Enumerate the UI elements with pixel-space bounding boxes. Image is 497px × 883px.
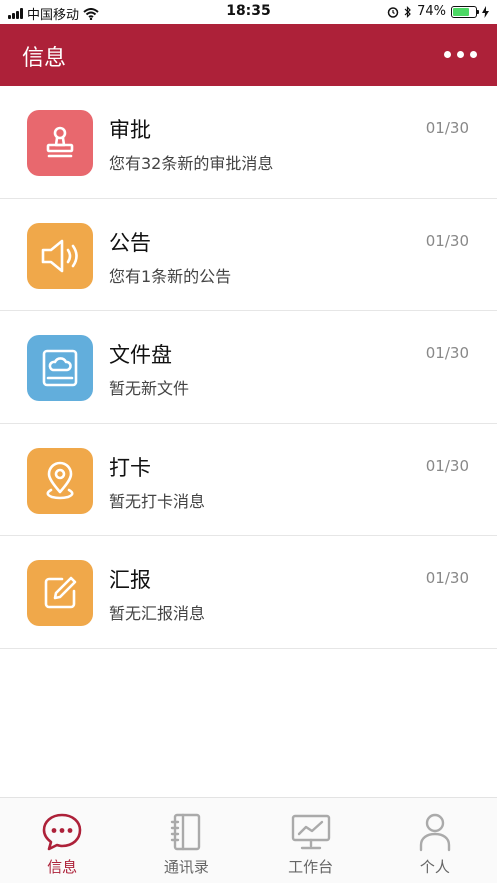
bluetooth-icon <box>404 5 411 18</box>
battery-icon <box>451 5 479 18</box>
bottom-tab-bar: 信息 通讯录 工作台 个人 <box>0 797 497 883</box>
monitor-icon <box>289 810 333 854</box>
message-date: 01/30 <box>425 344 469 362</box>
location-pin-icon <box>27 447 93 514</box>
message-subtitle: 暂无打卡消息 <box>109 491 206 511</box>
battery-percent: 74% <box>417 4 446 19</box>
alarm-icon <box>387 6 399 18</box>
edit-icon <box>27 560 93 626</box>
message-subtitle: 您有32条新的审批消息 <box>109 154 274 173</box>
tab-workbench[interactable]: 工作台 <box>249 798 373 883</box>
message-title: 公告 <box>109 230 151 255</box>
more-menu-button[interactable] <box>444 51 477 58</box>
message-title: 审批 <box>109 118 151 142</box>
tab-profile[interactable]: 个人 <box>373 798 497 883</box>
chat-bubble-icon <box>40 810 84 854</box>
person-icon <box>413 810 457 854</box>
message-date: 01/30 <box>425 456 469 475</box>
tab-label: 通讯录 <box>163 858 209 876</box>
status-bar: 中国移动 18:35 74% <box>0 0 497 24</box>
message-date: 01/30 <box>425 231 469 250</box>
tab-label: 个人 <box>419 858 450 876</box>
message-subtitle: 您有1条新的公告 <box>109 266 232 286</box>
message-date: 01/30 <box>425 119 469 137</box>
tab-contacts[interactable]: 通讯录 <box>124 798 248 883</box>
message-date: 01/30 <box>425 569 469 587</box>
message-subtitle: 暂无新文件 <box>109 379 190 398</box>
message-item-file-drive[interactable]: 文件盘 暂无新文件 01/30 <box>0 311 497 424</box>
page-title: 信息 <box>22 46 67 71</box>
speaker-icon <box>27 222 93 289</box>
message-item-checkin[interactable]: 打卡 暂无打卡消息 01/30 <box>0 424 497 536</box>
message-subtitle: 暂无汇报消息 <box>109 604 206 623</box>
tab-label: 信息 <box>47 858 78 876</box>
message-title: 文件盘 <box>109 343 172 367</box>
app-header: 信息 <box>0 24 497 86</box>
address-book-icon <box>164 810 208 854</box>
message-item-report[interactable]: 汇报 暂无汇报消息 01/30 <box>0 536 497 649</box>
message-item-announcement[interactable]: 公告 您有1条新的公告 01/30 <box>0 199 497 311</box>
charging-icon <box>482 5 489 18</box>
stamp-icon <box>27 110 93 176</box>
tab-messages[interactable]: 信息 <box>0 798 124 883</box>
status-right: 74% <box>387 4 489 19</box>
more-dots-icon <box>444 51 451 58</box>
message-item-approval[interactable]: 审批 您有32条新的审批消息 01/30 <box>0 86 497 199</box>
message-title: 汇报 <box>109 568 151 592</box>
cloud-drive-icon <box>27 335 93 401</box>
message-list: 审批 您有32条新的审批消息 01/30 公告 您有1条新的公告 01/30 文… <box>0 86 497 649</box>
tab-label: 工作台 <box>288 858 334 876</box>
message-title: 打卡 <box>109 455 151 480</box>
